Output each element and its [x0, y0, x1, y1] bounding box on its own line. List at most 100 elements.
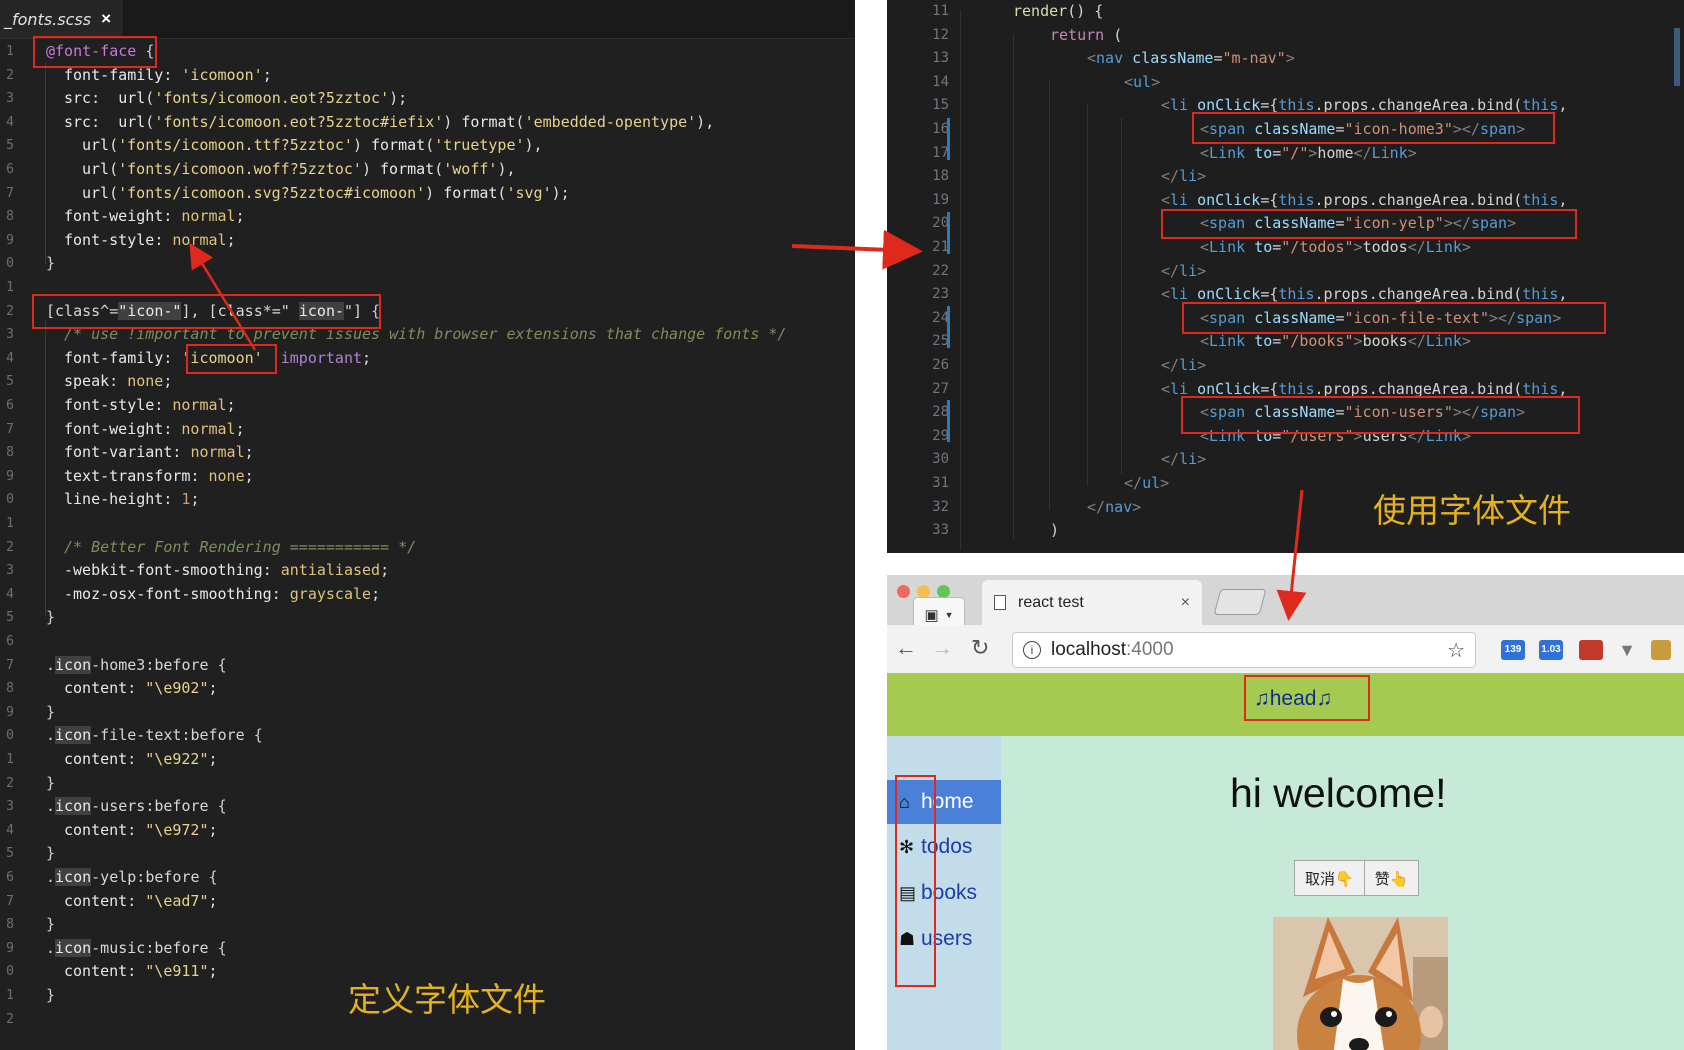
code-line: font-variant: normal; [64, 443, 254, 462]
code-line: content: "\ead7"; [64, 891, 218, 910]
code-line: <Link to="/">home</Link> [1200, 143, 1417, 162]
line-number: 1 [6, 280, 14, 295]
line-number: 1 [6, 988, 14, 1003]
annotation-yelp-box [1161, 209, 1577, 239]
line-number: 7 [6, 185, 14, 201]
line-number: 3 [6, 799, 14, 815]
page-icon [994, 595, 1006, 610]
line-number: 31 [932, 475, 949, 491]
line-number: 6 [6, 634, 14, 649]
line-number: 0 [6, 256, 14, 272]
line-number: 9 [6, 704, 14, 720]
extension-icon[interactable]: 1.03 [1539, 640, 1563, 660]
file-tab-fonts-scss[interactable]: _fonts.scss × [0, 0, 123, 38]
code-line: -moz-osx-font-smoothing: grayscale; [64, 584, 381, 603]
browser-tab-react-test[interactable]: react test × [982, 580, 1202, 625]
line-number: 5 [6, 374, 14, 390]
code-line: content: "\e972"; [64, 820, 218, 839]
line-number: 9 [6, 940, 14, 956]
close-window-button[interactable] [897, 585, 910, 598]
code-line: </li> [1161, 450, 1207, 469]
line-number: 3 [6, 91, 14, 107]
back-icon[interactable]: ← [895, 635, 917, 661]
code-line: } [46, 915, 56, 934]
corgi-image [1273, 917, 1448, 1050]
close-icon[interactable]: × [101, 9, 111, 29]
code-line: .icon-music:before { [46, 938, 227, 957]
line-number: 27 [932, 380, 949, 397]
code-line: url('fonts/icomoon.svg?5zztoc#icomoon') … [82, 183, 570, 202]
address-bar[interactable]: i localhost:4000 ☆ [1012, 632, 1476, 668]
line-number: 5 [6, 610, 14, 626]
line-number: 6 [6, 162, 14, 177]
corgi-image [1273, 917, 1448, 1050]
file-tab-label: _fonts.scss [4, 9, 92, 29]
line-number: 20 [932, 215, 949, 232]
welcome-heading: hi welcome! [1230, 770, 1447, 816]
code-line: </nav> [1087, 497, 1142, 516]
indent-guide [45, 320, 46, 616]
line-number: 1 [6, 516, 14, 531]
code-line: .icon-home3:before { [46, 655, 227, 674]
code-line: </li> [1161, 356, 1207, 374]
line-number: 29 [932, 427, 949, 444]
indent-guide [1049, 80, 1050, 510]
line-number: 8 [6, 681, 14, 697]
code-line: src: url('fonts/icomoon.eot?5zztoc#iefix… [64, 112, 715, 131]
annotation-head-box [1244, 675, 1370, 721]
line-number: 11 [932, 3, 949, 19]
line-number: 8 [6, 917, 14, 933]
line-number: 28 [932, 404, 949, 421]
define-font-caption: 定义字体文件 [348, 980, 546, 1019]
code-line: content: "\e902"; [64, 679, 218, 698]
code-line: font-style: normal; [64, 230, 236, 249]
line-number: 0 [6, 964, 14, 980]
line-number: 0 [6, 728, 14, 744]
line-number: 4 [6, 822, 14, 838]
line-number: 4 [6, 350, 14, 366]
extension-icon[interactable] [1579, 640, 1603, 660]
line-number: 32 [932, 498, 949, 515]
extension-icon[interactable] [1651, 640, 1671, 660]
line-number: 2 [6, 1011, 14, 1027]
vue-devtools-icon[interactable]: ▼ [1615, 640, 1639, 660]
line-number: 1 [6, 752, 14, 767]
annotation-font-face-box [33, 36, 157, 68]
line-number: 33 [932, 522, 949, 539]
extension-icon[interactable]: 139 [1501, 640, 1525, 660]
line-number: 7 [6, 657, 14, 673]
code-line: </li> [1161, 167, 1207, 186]
line-number: 14 [932, 73, 949, 90]
scrollbar-thumb[interactable] [1674, 28, 1680, 86]
code-line: .icon-users:before { [46, 797, 227, 816]
line-number: 25 [932, 333, 949, 350]
line-number: 2 [6, 67, 14, 83]
cancel-button[interactable]: 取消👇 [1294, 860, 1365, 896]
code-line: </li> [1161, 261, 1207, 280]
line-number: 12 [932, 26, 949, 43]
forward-icon[interactable]: → [931, 635, 953, 661]
code-line: .icon-file-text:before { [46, 726, 263, 745]
line-number: 2 [6, 539, 14, 555]
code-line: } [46, 844, 56, 863]
indent-guide [960, 10, 961, 550]
line-number: 5 [6, 846, 14, 862]
close-icon[interactable]: × [1181, 594, 1190, 612]
line-number: 4 [6, 586, 14, 602]
new-tab-button[interactable] [1213, 589, 1267, 615]
annotation-home3-box [1192, 112, 1555, 144]
line-number: 9 [6, 468, 14, 484]
code-line: text-transform: none; [64, 466, 254, 485]
code-line: speak: none; [64, 372, 173, 391]
reload-icon[interactable]: ↻ [971, 635, 989, 661]
info-icon[interactable]: i [1023, 641, 1041, 659]
code-line: /* Better Font Rendering =========== */ [64, 537, 417, 556]
code-line: -webkit-font-smoothing: antialiased; [64, 561, 390, 580]
chevron-down-icon: ▼ [944, 610, 954, 620]
bookmark-star-icon[interactable]: ☆ [1447, 638, 1465, 663]
line-number: 7 [6, 893, 14, 909]
line-number: 7 [6, 421, 14, 437]
line-number: 4 [6, 114, 14, 130]
like-button[interactable]: 赞👆 [1364, 860, 1420, 896]
line-number: 26 [932, 357, 949, 373]
